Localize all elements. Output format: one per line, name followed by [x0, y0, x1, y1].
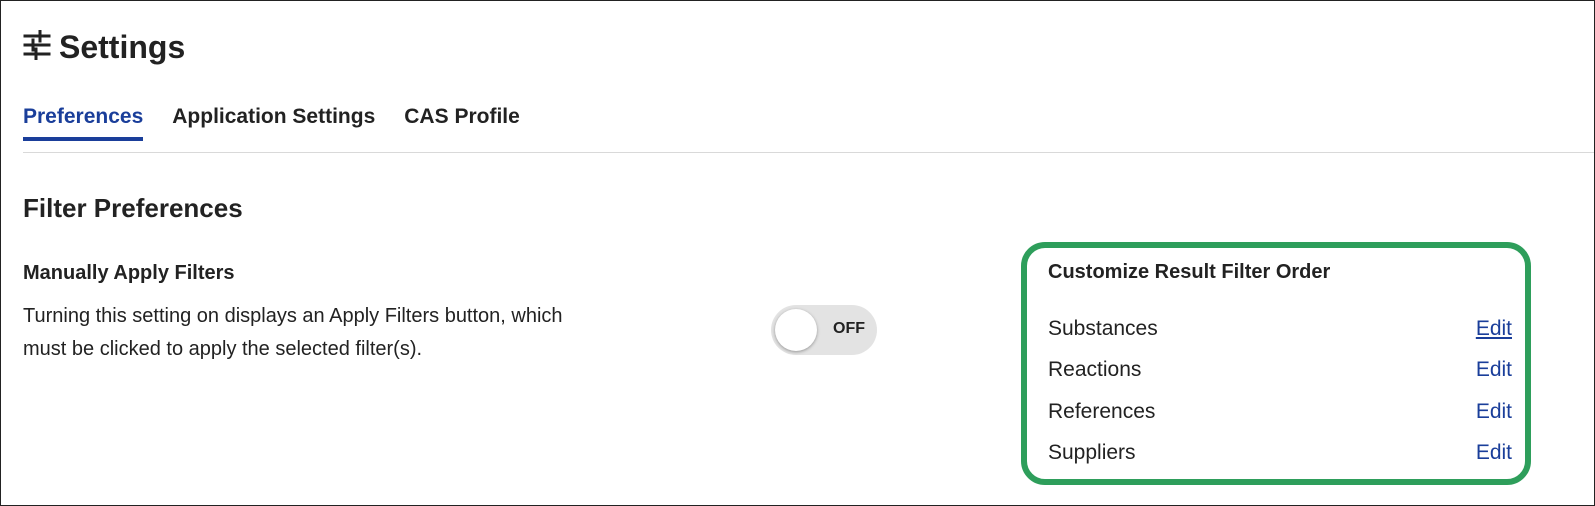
toggle-knob	[775, 309, 817, 351]
edit-substances-link[interactable]: Edit	[1476, 317, 1512, 341]
page-header: Settings	[23, 29, 185, 66]
settings-page: Settings Preferences Application Setting…	[0, 0, 1595, 506]
list-item: Reactions Edit	[1048, 350, 1512, 392]
toggle-state-label: OFF	[833, 320, 865, 337]
page-title: Settings	[59, 29, 186, 65]
manual-apply-toggle[interactable]: OFF	[771, 305, 877, 355]
filter-order-list: Substances Edit Reactions Edit Reference…	[1048, 308, 1512, 474]
tab-application-settings[interactable]: Application Settings	[172, 105, 375, 141]
edit-suppliers-link[interactable]: Edit	[1476, 441, 1512, 465]
filter-label-suppliers: Suppliers	[1048, 441, 1136, 465]
edit-references-link[interactable]: Edit	[1476, 400, 1512, 424]
edit-reactions-link[interactable]: Edit	[1476, 358, 1512, 382]
sliders-icon	[23, 29, 51, 65]
tabs-divider	[23, 152, 1594, 153]
list-item: Substances Edit	[1048, 308, 1512, 350]
manual-apply-title: Manually Apply Filters	[23, 262, 235, 284]
list-item: References Edit	[1048, 391, 1512, 433]
section-title: Filter Preferences	[23, 193, 243, 223]
tab-cas-profile[interactable]: CAS Profile	[404, 105, 520, 141]
customize-order-title: Customize Result Filter Order	[1048, 261, 1331, 283]
filter-label-reactions: Reactions	[1048, 358, 1142, 382]
settings-tabs: Preferences Application Settings CAS Pro…	[23, 105, 520, 141]
filter-label-substances: Substances	[1048, 316, 1158, 340]
tab-preferences[interactable]: Preferences	[23, 105, 144, 141]
filter-label-references: References	[1048, 399, 1156, 423]
list-item: Suppliers Edit	[1048, 433, 1512, 475]
manual-apply-description: Turning this setting on displays an Appl…	[23, 305, 563, 360]
